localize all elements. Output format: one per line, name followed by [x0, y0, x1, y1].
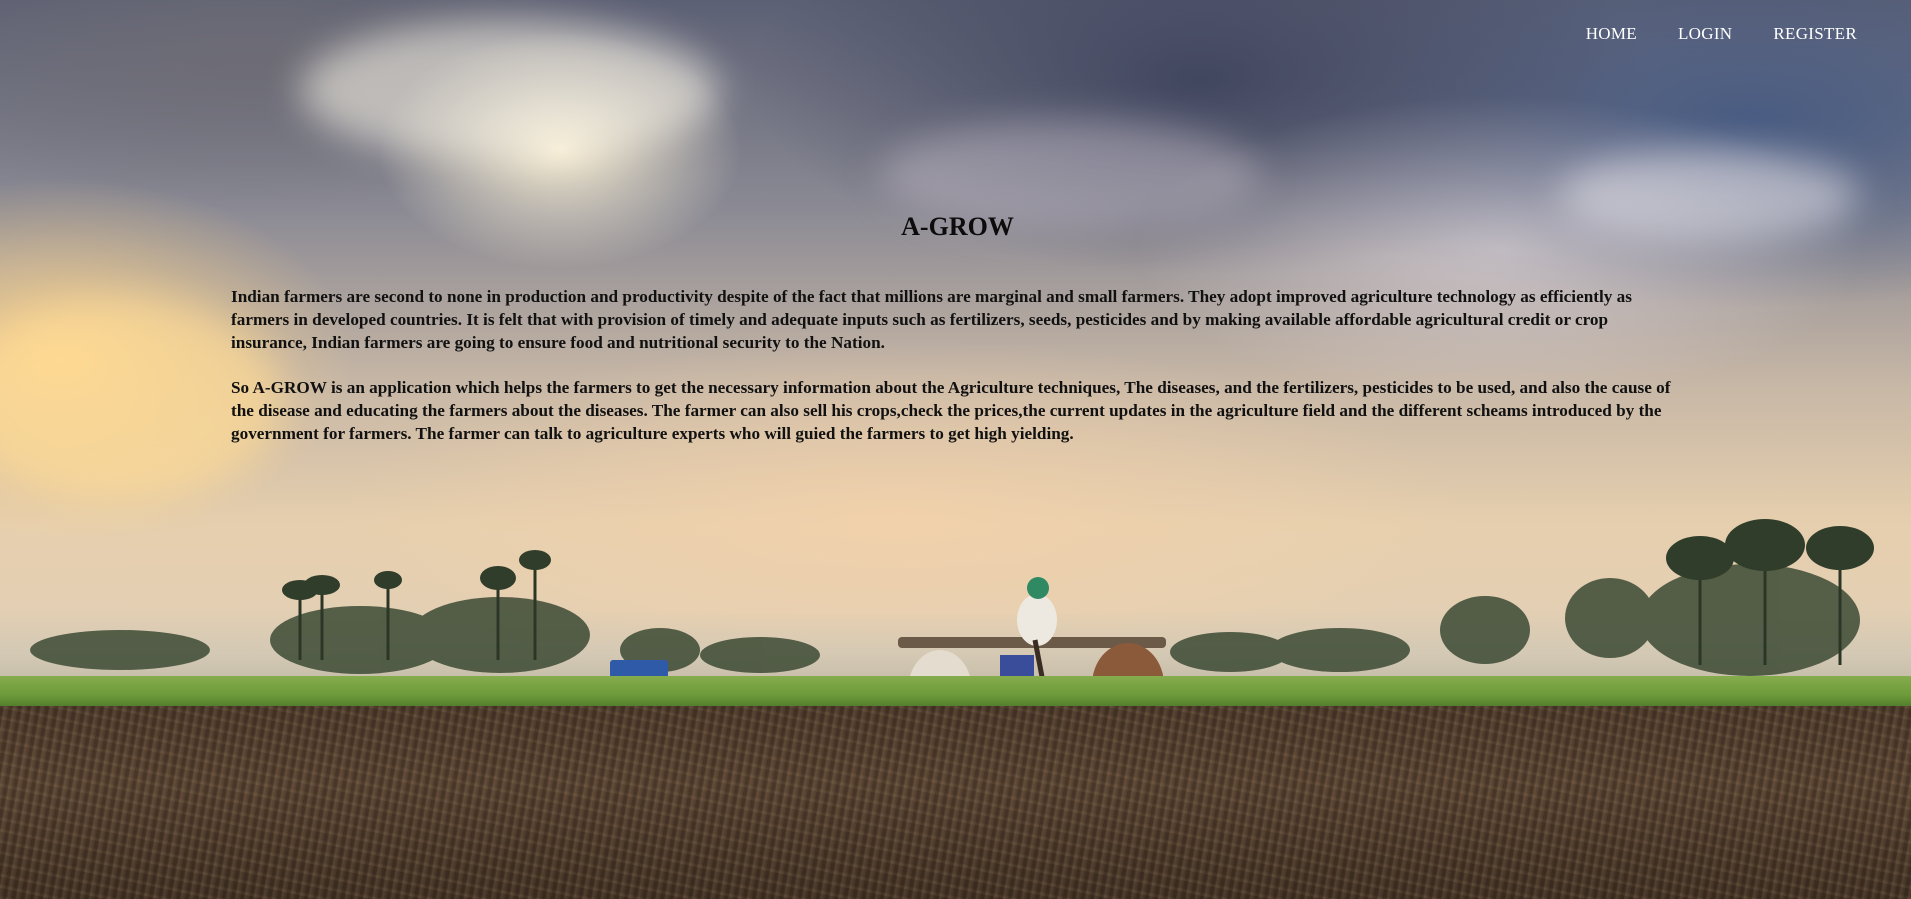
plowed-field — [0, 706, 1911, 899]
nav-login-link[interactable]: LOGIN — [1678, 24, 1732, 44]
nav-register-link[interactable]: REGISTER — [1773, 24, 1857, 44]
intro-paragraph-1: Indian farmers are second to none in pro… — [231, 287, 1632, 352]
nav-home-link[interactable]: HOME — [1586, 24, 1637, 44]
page-title: A-GROW — [901, 212, 1014, 241]
green-crop-strip — [0, 676, 1911, 708]
top-navigation: HOME LOGIN REGISTER — [1586, 24, 1911, 44]
intro-content: Indian farmers are second to none in pro… — [231, 285, 1683, 467]
intro-paragraph-2: So A-GROW is an application which helps … — [231, 378, 1671, 443]
